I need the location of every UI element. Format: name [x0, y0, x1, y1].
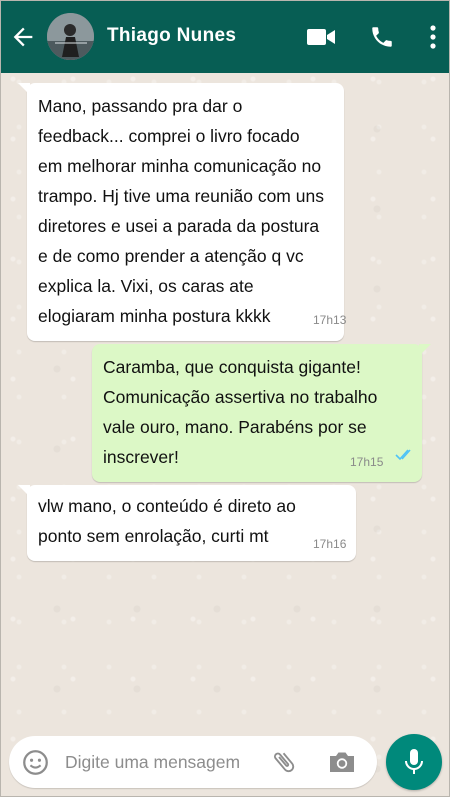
avatar-image — [47, 13, 94, 60]
arrow-left-icon[interactable] — [9, 23, 37, 51]
message-outgoing[interactable]: Caramba, que conquista gigante! Comunica… — [92, 344, 431, 482]
chat-screen: Thiago Nunes Mano, passando pra dar o fe… — [0, 0, 450, 797]
message-time: 17h13 — [313, 313, 347, 327]
mic-button[interactable] — [386, 734, 442, 790]
bubble-tail — [18, 485, 30, 497]
double-check-icon — [395, 449, 411, 461]
chat-header: Thiago Nunes — [1, 1, 449, 73]
emoji-icon[interactable] — [22, 749, 49, 776]
message-text: vlw mano, o conteúdo é direto ao ponto s… — [38, 496, 296, 546]
message-time: 17h15 — [350, 455, 384, 469]
message-input[interactable] — [65, 750, 261, 774]
composer-bar — [9, 736, 377, 788]
video-call-icon[interactable] — [306, 25, 336, 49]
more-vert-icon[interactable] — [428, 24, 438, 50]
attach-icon[interactable] — [270, 748, 298, 776]
message-text: Mano, passando pra dar o feedback... com… — [38, 96, 324, 326]
bubble-tail — [419, 344, 431, 356]
avatar[interactable] — [47, 13, 94, 60]
contact-name[interactable]: Thiago Nunes — [107, 25, 236, 47]
mic-icon — [405, 749, 423, 774]
camera-icon[interactable] — [327, 749, 357, 775]
bubble-tail — [18, 83, 30, 95]
message-incoming[interactable]: Mano, passando pra dar o feedback... com… — [18, 83, 347, 341]
message-incoming[interactable]: vlw mano, o conteúdo é direto ao ponto s… — [18, 485, 356, 561]
phone-icon[interactable] — [369, 24, 395, 50]
message-time: 17h16 — [313, 537, 347, 551]
